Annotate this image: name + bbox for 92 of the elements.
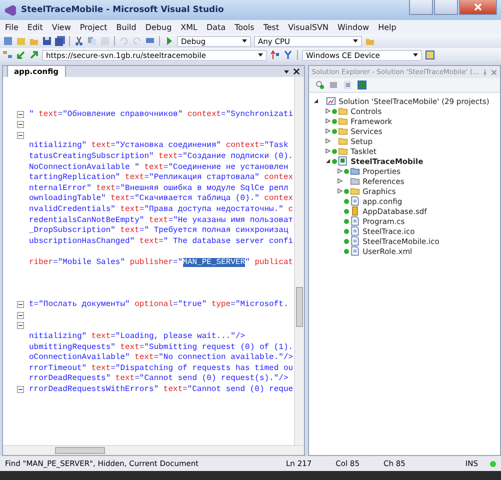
code-line: oConnectionAvailable" text="No connection available."/> [29, 353, 294, 362]
collapse-icon[interactable] [17, 301, 24, 308]
menu-item[interactable]: File [5, 22, 18, 32]
caret-icon [258, 53, 263, 57]
collapse-icon[interactable] [17, 121, 24, 128]
collapse-icon[interactable] [17, 312, 24, 319]
arrow-icon[interactable] [16, 50, 26, 60]
pin-icon[interactable] [482, 68, 488, 76]
app-logo-icon [4, 4, 17, 16]
status-indicator-icon [490, 460, 496, 466]
folder-icon [338, 116, 348, 126]
code-line: _DropSubscription" text=" Требуется полная синхронизац [29, 226, 288, 236]
code-line: ownloadingTable" text="Скачивается таблица (0)." contex [29, 194, 294, 204]
collapse-icon[interactable] [17, 386, 24, 394]
code-line: redentialsCanNotBeEmpty" text="Не указаны имя пользоват [29, 216, 294, 225]
menu-item[interactable]: View [52, 22, 71, 32]
code-line: nitializing" text="Установка соединения" context="Task [29, 141, 288, 150]
menu-item[interactable]: Build [116, 22, 136, 32]
database-icon [350, 206, 360, 216]
close-icon [474, 3, 482, 11]
file-icon [350, 236, 360, 246]
collapse-icon[interactable] [17, 322, 24, 330]
collapsed-arrow-icon[interactable] [324, 118, 331, 124]
vertical-scrollbar[interactable] [294, 77, 304, 445]
code-line: " text="Обновление справочников" context="Synchronizati [29, 110, 294, 119]
collapse-icon[interactable] [17, 110, 24, 118]
save-all-icon[interactable] [55, 36, 65, 46]
code-line: tartingReplication" text="Репликация стартовала" contex [29, 173, 294, 182]
collapsed-arrow-icon[interactable] [336, 168, 343, 174]
folder-icon [338, 136, 348, 146]
horizontal-scrollbar[interactable] [3, 445, 304, 455]
arrow-icon[interactable] [29, 50, 39, 60]
code-line: tatusCreatingSubscription" text="Создание подписки (0). [29, 152, 294, 161]
code-line: t="Послать документы" optional="true" type="Microsoft. [29, 300, 288, 310]
collapse-icon[interactable] [17, 132, 24, 139]
folder-icon [350, 186, 360, 196]
commit-icon[interactable] [270, 50, 280, 60]
code-line: rrorTimeout" text="Dispatching of requests has timed ou [29, 364, 294, 373]
menu-item[interactable]: VisualSVN [288, 22, 329, 32]
folder-icon [338, 146, 348, 156]
collapsed-arrow-icon[interactable] [324, 148, 331, 154]
play-icon[interactable] [164, 36, 174, 46]
collapsed-arrow-icon[interactable] [336, 188, 343, 194]
menu-item[interactable]: Data [206, 22, 226, 32]
code-line: riber="Mobile Sales" publisher="MAN_PE_SERVER" publicat [29, 258, 294, 267]
expanded-arrow-icon[interactable] [312, 98, 319, 104]
properties-folder-icon [350, 166, 360, 176]
code-line: nvalidCredentials" text="Права доступа недостаточны." c [29, 204, 294, 214]
file-icon [350, 226, 360, 236]
code-line: rrorDeadRequests" text="Cannot send (0) request(s)."/> [29, 374, 288, 384]
code-line: rrorDeadRequestsWithErrors" text="Cannot send (0) reque [29, 385, 294, 394]
properties-icon[interactable] [342, 80, 353, 90]
close-icon[interactable] [292, 68, 300, 75]
menu-item[interactable]: Window [338, 22, 370, 32]
code-line: ubscriptionHasChanged" text=" The database server confi [29, 236, 294, 246]
caret-icon [413, 53, 418, 57]
collapsed-arrow-icon[interactable] [336, 178, 343, 184]
menu-item[interactable]: Test [263, 22, 280, 32]
collapsed-arrow-icon[interactable] [324, 138, 331, 144]
minimize-button[interactable] [409, 0, 433, 15]
folder-icon [338, 126, 348, 136]
references-folder-icon [350, 176, 360, 186]
pending-changes-icon[interactable] [314, 80, 325, 90]
file-icon [350, 216, 360, 226]
menu-item[interactable]: Debug [145, 22, 172, 32]
file-icon [350, 246, 360, 256]
caret-icon [242, 39, 247, 43]
menu-item[interactable]: Tools [234, 22, 254, 32]
save-icon[interactable] [42, 36, 52, 46]
file-icon [350, 196, 360, 206]
cut-icon[interactable] [74, 36, 84, 46]
collapsed-arrow-icon[interactable] [324, 128, 331, 134]
collapsed-arrow-icon[interactable] [324, 108, 331, 114]
caret-icon[interactable] [284, 70, 289, 74]
project-icon [338, 156, 348, 166]
caret-icon [353, 39, 358, 43]
code-line: nitializing" text="Loading, please wait..."/> [29, 332, 246, 342]
folder-icon [338, 106, 348, 116]
code-line: nternalError" text="Внешняя ошибка в модуле SqlCe репл [29, 184, 288, 193]
solution-icon [326, 96, 336, 106]
menu-item[interactable]: Help [378, 22, 396, 32]
menu-item[interactable]: Edit [27, 22, 43, 32]
code-line: NoConnectionAvailable " text="Соединение не установлен [29, 162, 288, 172]
expanded-arrow-icon[interactable] [324, 158, 331, 164]
diagram-icon[interactable] [3, 50, 13, 60]
menu-item[interactable]: XML [180, 22, 198, 32]
window-title: SteelTraceMobile - Microsoft Visual Studio [21, 5, 224, 15]
close-button[interactable] [459, 0, 497, 15]
branch-icon[interactable] [283, 50, 293, 60]
code-line: ubmittingRequests" text="Submitting request (0) of (1). [29, 342, 294, 352]
maximize-button[interactable] [434, 0, 458, 15]
menu-item[interactable]: Project [80, 22, 108, 32]
